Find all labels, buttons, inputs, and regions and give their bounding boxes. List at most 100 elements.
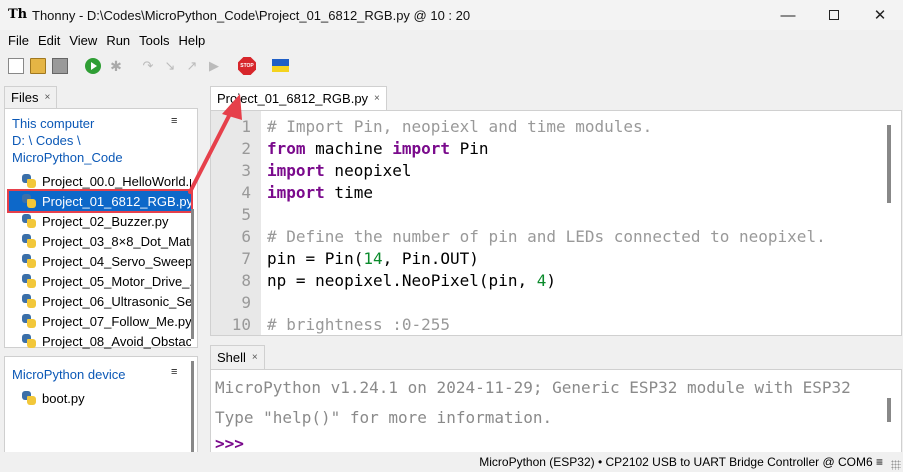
menu-file[interactable]: File: [4, 33, 33, 48]
menu-help[interactable]: Help: [175, 33, 210, 48]
maximize-button[interactable]: [811, 0, 857, 30]
file-item-label: Project_08_Avoid_Obstacle.py: [42, 333, 191, 349]
shell-banner-line: MicroPython v1.24.1 on 2024-11-29; Gener…: [215, 378, 851, 397]
close-button[interactable]: ✕: [857, 0, 903, 30]
shell-scrollbar[interactable]: [887, 398, 891, 422]
stop-icon-label: STOP: [240, 63, 254, 69]
resume-icon[interactable]: ▶: [206, 58, 222, 74]
code-editor[interactable]: 1 2 3 4 5 6 7 8 9 10 # Import Pin, neopi…: [210, 110, 902, 336]
python-file-icon: [21, 173, 37, 189]
python-file-icon: [21, 253, 37, 269]
file-item-label: Project_02_Buzzer.py: [42, 213, 169, 229]
menu-run[interactable]: Run: [102, 33, 134, 48]
files-menu-icon[interactable]: ≡: [171, 115, 177, 127]
shell-help-line: Type "help()" for more information.: [215, 408, 553, 427]
keyword: import: [267, 183, 325, 202]
code-line-10: # brightness :0-255: [267, 315, 451, 334]
shell-tab-label: Shell: [217, 350, 246, 365]
title-bar: Th Thonny - D:\Codes\MicroPython_Code\Pr…: [0, 0, 903, 30]
file-item[interactable]: Project_06_Ultrasonic_Sensor.py: [21, 291, 191, 311]
line-number: 5: [241, 205, 251, 224]
shell-tab-close-icon[interactable]: ×: [252, 352, 258, 363]
menu-edit[interactable]: Edit: [34, 33, 64, 48]
new-file-icon[interactable]: [8, 58, 24, 74]
line-number: 3: [241, 161, 251, 180]
this-computer-label: This computer: [12, 116, 95, 131]
tab-files-label: Files: [11, 90, 39, 105]
code-line-8: np = neopixel.NeoPixel(pin, 4): [267, 271, 556, 290]
stop-icon[interactable]: STOP: [238, 57, 256, 75]
file-item[interactable]: Project_00.0_HelloWorld.py: [21, 171, 191, 191]
code-line-7: pin = Pin(14, Pin.OUT): [267, 249, 479, 268]
file-item[interactable]: Project_04_Servo_Sweep.py: [21, 251, 191, 271]
debug-icon[interactable]: ✱: [108, 58, 124, 74]
editor-tab-close-icon[interactable]: ×: [374, 93, 380, 104]
open-folder-icon[interactable]: [30, 58, 46, 74]
tab-files-close-icon[interactable]: ×: [44, 92, 50, 103]
shell-console[interactable]: MicroPython v1.24.1 on 2024-11-29; Gener…: [210, 369, 902, 453]
python-file-icon: [21, 233, 37, 249]
path-segment-2[interactable]: MicroPython_Code: [12, 149, 123, 166]
python-file-icon: [21, 390, 37, 406]
resize-grip-icon[interactable]: [891, 460, 901, 470]
device-scrollbar[interactable]: [191, 361, 194, 456]
code-text: Pin: [450, 139, 489, 158]
line-number: 7: [241, 249, 251, 268]
code-text: np = neopixel.NeoPixel(pin,: [267, 271, 537, 290]
python-file-icon: [21, 273, 37, 289]
line-number: 8: [241, 271, 251, 290]
code-text: time: [324, 183, 373, 202]
tab-files[interactable]: Files ×: [4, 86, 58, 108]
close-icon: ✕: [873, 7, 887, 24]
menu-bar: File Edit View Run Tools Help: [0, 30, 903, 50]
file-item[interactable]: Project_03_8×8_Dot_Matrix.py: [21, 231, 191, 251]
code-text: , Pin.OUT): [382, 249, 479, 268]
file-item[interactable]: Project_02_Buzzer.py: [21, 211, 191, 231]
python-file-icon: [21, 193, 37, 209]
step-out-icon[interactable]: ↗: [184, 58, 200, 74]
code-line-3: import neopixel: [267, 161, 412, 180]
device-files-panel: MicroPython device ≡ boot.py: [4, 356, 198, 458]
shell-prompt[interactable]: >>>: [215, 434, 244, 452]
file-item[interactable]: Project_08_Avoid_Obstacle.py: [21, 331, 191, 351]
line-number: 1: [241, 117, 251, 136]
step-over-icon[interactable]: ↷: [140, 58, 156, 74]
code-text: ): [546, 271, 556, 290]
thonny-app-icon: Th: [8, 7, 28, 22]
line-number: 10: [231, 315, 251, 334]
micropython-device-label: MicroPython device: [12, 367, 126, 382]
tab-shell[interactable]: Shell ×: [210, 345, 265, 369]
file-item-selected[interactable]: Project_01_6812_RGB.py: [7, 189, 193, 213]
line-number: 2: [241, 139, 251, 158]
file-item-label: Project_05_Motor_Drive_.py: [42, 273, 191, 289]
ukraine-flag-icon[interactable]: [272, 59, 289, 72]
save-icon[interactable]: [52, 58, 68, 74]
code-line-2: from machine import Pin: [267, 139, 489, 158]
minimize-button[interactable]: —: [765, 0, 811, 30]
editor-scrollbar[interactable]: [887, 125, 891, 203]
code-line-4: import time: [267, 183, 373, 202]
step-into-icon[interactable]: ↘: [162, 58, 178, 74]
file-item[interactable]: Project_05_Motor_Drive_.py: [21, 271, 191, 291]
python-file-icon: [21, 213, 37, 229]
tab-editor-file[interactable]: Project_01_6812_RGB.py ×: [210, 86, 387, 110]
menu-view[interactable]: View: [65, 33, 101, 48]
file-item-label: Project_06_Ultrasonic_Sensor.py: [42, 293, 191, 309]
interpreter-status[interactable]: MicroPython (ESP32) • CP2102 USB to UART…: [479, 455, 883, 469]
device-menu-icon[interactable]: ≡: [171, 366, 177, 378]
path-segment-1[interactable]: D: \ Codes \: [12, 132, 81, 149]
files-scrollbar[interactable]: [191, 209, 194, 339]
number-literal: 4: [536, 271, 547, 290]
file-item[interactable]: Project_07_Follow_Me.py: [21, 311, 191, 331]
file-item-label: Project_03_8×8_Dot_Matrix.py: [42, 233, 191, 249]
code-line-6: # Define the number of pin and LEDs conn…: [267, 227, 826, 246]
python-file-icon: [21, 293, 37, 309]
device-file-item[interactable]: boot.py: [21, 388, 191, 408]
code-line-1: # Import Pin, neopiexl and time modules.: [267, 117, 653, 136]
menu-tools[interactable]: Tools: [135, 33, 173, 48]
run-icon[interactable]: [85, 58, 101, 74]
editor-tab-label: Project_01_6812_RGB.py: [217, 91, 369, 106]
code-text: pin = Pin(: [267, 249, 364, 268]
number-literal: 14: [363, 249, 383, 268]
line-number: 9: [241, 293, 251, 312]
